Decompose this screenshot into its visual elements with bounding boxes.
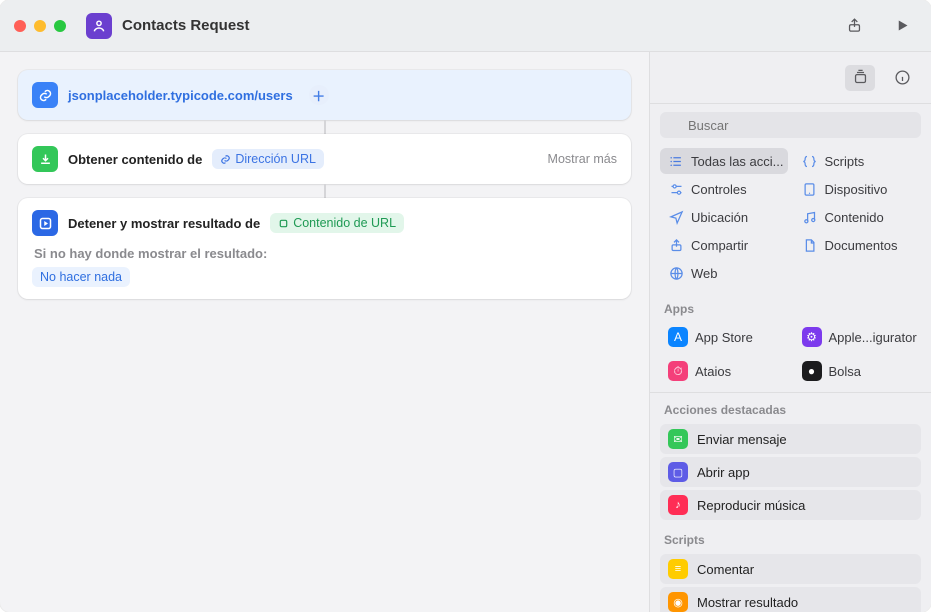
category-web[interactable]: Web	[660, 260, 788, 286]
app-label: Apple...igurator	[829, 330, 917, 345]
category-label: Documentos	[825, 238, 898, 253]
category-braces[interactable]: Scripts	[794, 148, 922, 174]
action-label: Enviar mensaje	[697, 432, 787, 447]
category-device[interactable]: Dispositivo	[794, 176, 922, 202]
category-share[interactable]: Compartir	[660, 232, 788, 258]
category-label: Dispositivo	[825, 182, 888, 197]
action-row[interactable]: ✉ Enviar mensaje	[660, 424, 921, 454]
app-icon: ●	[802, 361, 822, 381]
device-icon	[802, 181, 818, 197]
sidebar: Todas las acci... Scripts Controles Disposi…	[649, 52, 931, 612]
app-item[interactable]: ⏱ Ataios	[660, 356, 788, 386]
category-sliders[interactable]: Controles	[660, 176, 788, 202]
close-button[interactable]	[14, 20, 26, 32]
action-icon: ♪	[668, 495, 688, 515]
shortcut-icon	[86, 13, 112, 39]
window: Contacts Request jsonplaceholder.typicod…	[0, 0, 931, 612]
action-icon: ≡	[668, 559, 688, 579]
app-item[interactable]: ⚙ Apple...igurator	[794, 322, 922, 352]
app-item[interactable]: ● Bolsa	[794, 356, 922, 386]
category-music[interactable]: Contenido	[794, 204, 922, 230]
fallback-choice[interactable]: No hacer nada	[32, 267, 130, 287]
page-title: Contacts Request	[122, 17, 839, 34]
action-label: Reproducir música	[697, 498, 805, 513]
download-icon	[32, 146, 58, 172]
list-icon	[668, 153, 684, 169]
app-icon: A	[668, 327, 688, 347]
info-button[interactable]	[887, 65, 917, 91]
action-row[interactable]: ♪ Reproducir música	[660, 490, 921, 520]
search-input[interactable]	[660, 112, 921, 138]
category-label: Todas las acci...	[691, 154, 784, 169]
music-icon	[802, 209, 818, 225]
category-grid: Todas las acci... Scripts Controles Disposi…	[650, 146, 931, 292]
run-button[interactable]	[887, 13, 917, 39]
app-icon: ⚙	[802, 327, 822, 347]
sidebar-toolbar	[650, 52, 931, 104]
app-icon: ⏱	[668, 361, 688, 381]
apps-header: Apps	[650, 292, 931, 320]
zoom-button[interactable]	[54, 20, 66, 32]
doc-icon	[802, 237, 818, 253]
workflow-canvas: jsonplaceholder.typicode.com/users ＋ Obt…	[0, 52, 649, 612]
category-list[interactable]: Todas las acci...	[660, 148, 788, 174]
share-button[interactable]	[839, 13, 869, 39]
category-label: Controles	[691, 182, 747, 197]
category-label: Scripts	[825, 154, 865, 169]
category-label: Contenido	[825, 210, 884, 225]
action-icon: ◉	[668, 592, 688, 612]
add-url-button[interactable]: ＋	[309, 85, 329, 105]
action-icon: ✉	[668, 429, 688, 449]
get-content-label: Obtener contenido de	[68, 152, 202, 167]
window-controls	[14, 20, 66, 32]
connector	[324, 184, 326, 198]
category-label: Compartir	[691, 238, 748, 253]
lower-panel: Acciones destacadas ✉ Enviar mensaje ▢ Abri…	[650, 392, 931, 612]
link-icon	[32, 82, 58, 108]
url-text[interactable]: jsonplaceholder.typicode.com/users	[68, 88, 293, 103]
action-url-card[interactable]: jsonplaceholder.typicode.com/users ＋	[18, 70, 631, 120]
category-label: Web	[691, 266, 718, 281]
action-label: Abrir app	[697, 465, 750, 480]
stop-show-icon	[32, 210, 58, 236]
sliders-icon	[668, 181, 684, 197]
action-icon: ▢	[668, 462, 688, 482]
scripts-header: Scripts	[650, 523, 931, 551]
fallback-label: Si no hay donde mostrar el resultado:	[34, 246, 617, 261]
braces-icon	[802, 153, 818, 169]
action-label: Comentar	[697, 562, 754, 577]
share-icon	[668, 237, 684, 253]
url-param-pill[interactable]: Dirección URL	[212, 149, 324, 169]
minimize-button[interactable]	[34, 20, 46, 32]
action-get-content-card[interactable]: Obtener contenido de Dirección URL Mostr…	[18, 134, 631, 184]
app-label: App Store	[695, 330, 753, 345]
apps-grid: A App Store ⚙ Apple...igurator ⏱ Ataios ● Bolsa	[650, 320, 931, 392]
action-stop-show-card[interactable]: Detener y mostrar resultado de Contenido…	[18, 198, 631, 299]
library-button[interactable]	[845, 65, 875, 91]
connector	[324, 120, 326, 134]
action-row[interactable]: ≡ Comentar	[660, 554, 921, 584]
stop-show-label: Detener y mostrar resultado de	[68, 216, 260, 231]
category-doc[interactable]: Documentos	[794, 232, 922, 258]
web-icon	[668, 265, 684, 281]
action-row[interactable]: ◉ Mostrar resultado	[660, 587, 921, 612]
show-more-button[interactable]: Mostrar más	[548, 152, 617, 166]
location-icon	[668, 209, 684, 225]
content-url-pill[interactable]: Contenido de URL	[270, 213, 404, 233]
featured-header: Acciones destacadas	[650, 393, 931, 421]
action-row[interactable]: ▢ Abrir app	[660, 457, 921, 487]
app-label: Bolsa	[829, 364, 862, 379]
app-label: Ataios	[695, 364, 731, 379]
action-label: Mostrar resultado	[697, 595, 798, 610]
titlebar: Contacts Request	[0, 0, 931, 52]
app-item[interactable]: A App Store	[660, 322, 788, 352]
category-location[interactable]: Ubicación	[660, 204, 788, 230]
category-label: Ubicación	[691, 210, 748, 225]
